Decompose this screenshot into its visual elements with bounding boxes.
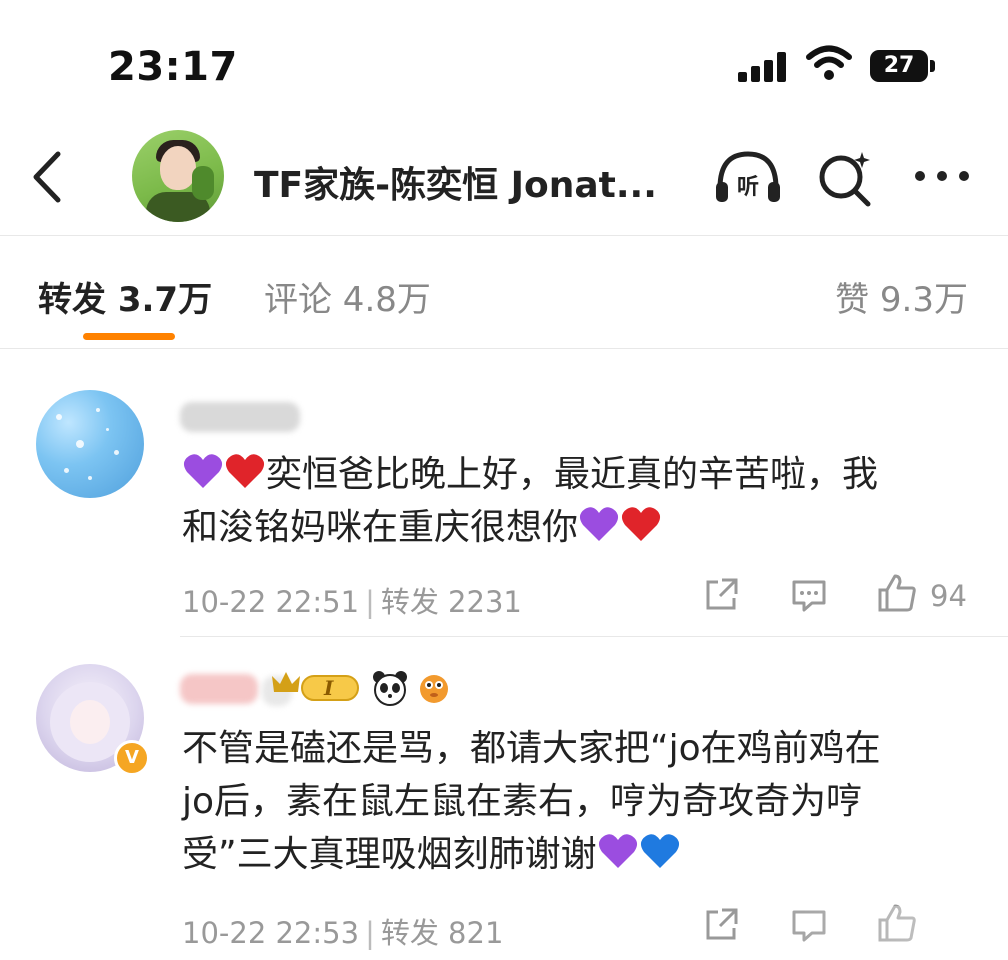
comment-text-line2: 和浚铭妈咪在重庆很想你 (182, 507, 579, 548)
watermark-overlay (740, 906, 1008, 946)
purple-heart-icon (598, 834, 637, 868)
tab-likes[interactable]: 赞 9.3万 (835, 272, 968, 321)
wifi-icon (806, 45, 852, 80)
level-badge-label: I (323, 676, 334, 700)
cellular-signal-icon (738, 52, 788, 82)
panda-icon (373, 671, 407, 706)
tab-comments[interactable]: 评论 4.8万 (264, 272, 431, 321)
red-heart-icon (621, 507, 661, 541)
comment-text-line2: jo后，素在鼠左鼠在素右，哼为奇攻奇为哼 (182, 781, 863, 822)
share-icon[interactable] (702, 576, 740, 614)
comment-text-line1: 不管是磕还是骂，都请大家把“jo在鸡前鸡在 (182, 728, 881, 769)
search-icon[interactable] (816, 150, 874, 208)
comment-text-line3: 受”三大真理吸烟刻肺谢谢 (182, 834, 597, 875)
listen-icon[interactable]: 听 (712, 148, 784, 206)
share-icon[interactable] (702, 906, 740, 944)
thumbs-up-icon[interactable] (876, 572, 918, 614)
purple-heart-icon (579, 507, 619, 541)
status-time: 23:17 (108, 44, 238, 90)
comment-text-line1: 奕恒爸比晚上好，最近真的辛苦啦，我 (266, 454, 879, 495)
comment-repost-count[interactable]: 转发 2231 (381, 585, 522, 619)
comment-meta: 10-22 22:53 | 转发 821 (182, 916, 504, 950)
active-tab-indicator (83, 333, 175, 340)
comment-time: 10-22 22:53 (182, 916, 360, 950)
comment-divider (180, 636, 1008, 637)
commenter-name-blurred[interactable] (180, 674, 258, 704)
tabs-divider (0, 348, 1008, 349)
commenter-avatar[interactable] (36, 390, 144, 498)
comment-text: 不管是磕还是骂，都请大家把“jo在鸡前鸡在 jo后，素在鼠左鼠在素右，哼为奇攻奇… (182, 722, 982, 881)
comment-icon[interactable] (790, 576, 828, 614)
user-avatar[interactable] (132, 130, 224, 222)
comment-meta: 10-22 22:51 | 转发 2231 (182, 585, 522, 619)
purple-heart-icon (183, 454, 223, 488)
like-count: 94 (930, 579, 967, 613)
battery-level: 27 (870, 50, 928, 82)
tab-reposts[interactable]: 转发 3.7万 (38, 272, 212, 321)
commenter-name-blurred[interactable] (180, 402, 300, 432)
listen-label: 听 (737, 175, 759, 200)
comment-text: 奕恒爸比晚上好，最近真的辛苦啦，我 和浚铭妈咪在重庆很想你 (182, 448, 982, 554)
back-icon[interactable] (30, 150, 64, 204)
pufferfish-icon (420, 675, 448, 703)
verified-badge-icon: V (114, 740, 150, 776)
red-heart-icon (225, 454, 265, 488)
comment-repost-count[interactable]: 转发 821 (381, 916, 504, 950)
battery-icon: 27 (870, 50, 936, 82)
blue-heart-icon (640, 834, 679, 868)
level-badge-icon: I (272, 672, 359, 701)
header-divider (0, 235, 1008, 236)
page-title[interactable]: TF家族-陈奕恒 Jonat... (254, 156, 657, 208)
comment-time: 10-22 22:51 (182, 585, 360, 619)
more-icon[interactable] (912, 168, 972, 184)
